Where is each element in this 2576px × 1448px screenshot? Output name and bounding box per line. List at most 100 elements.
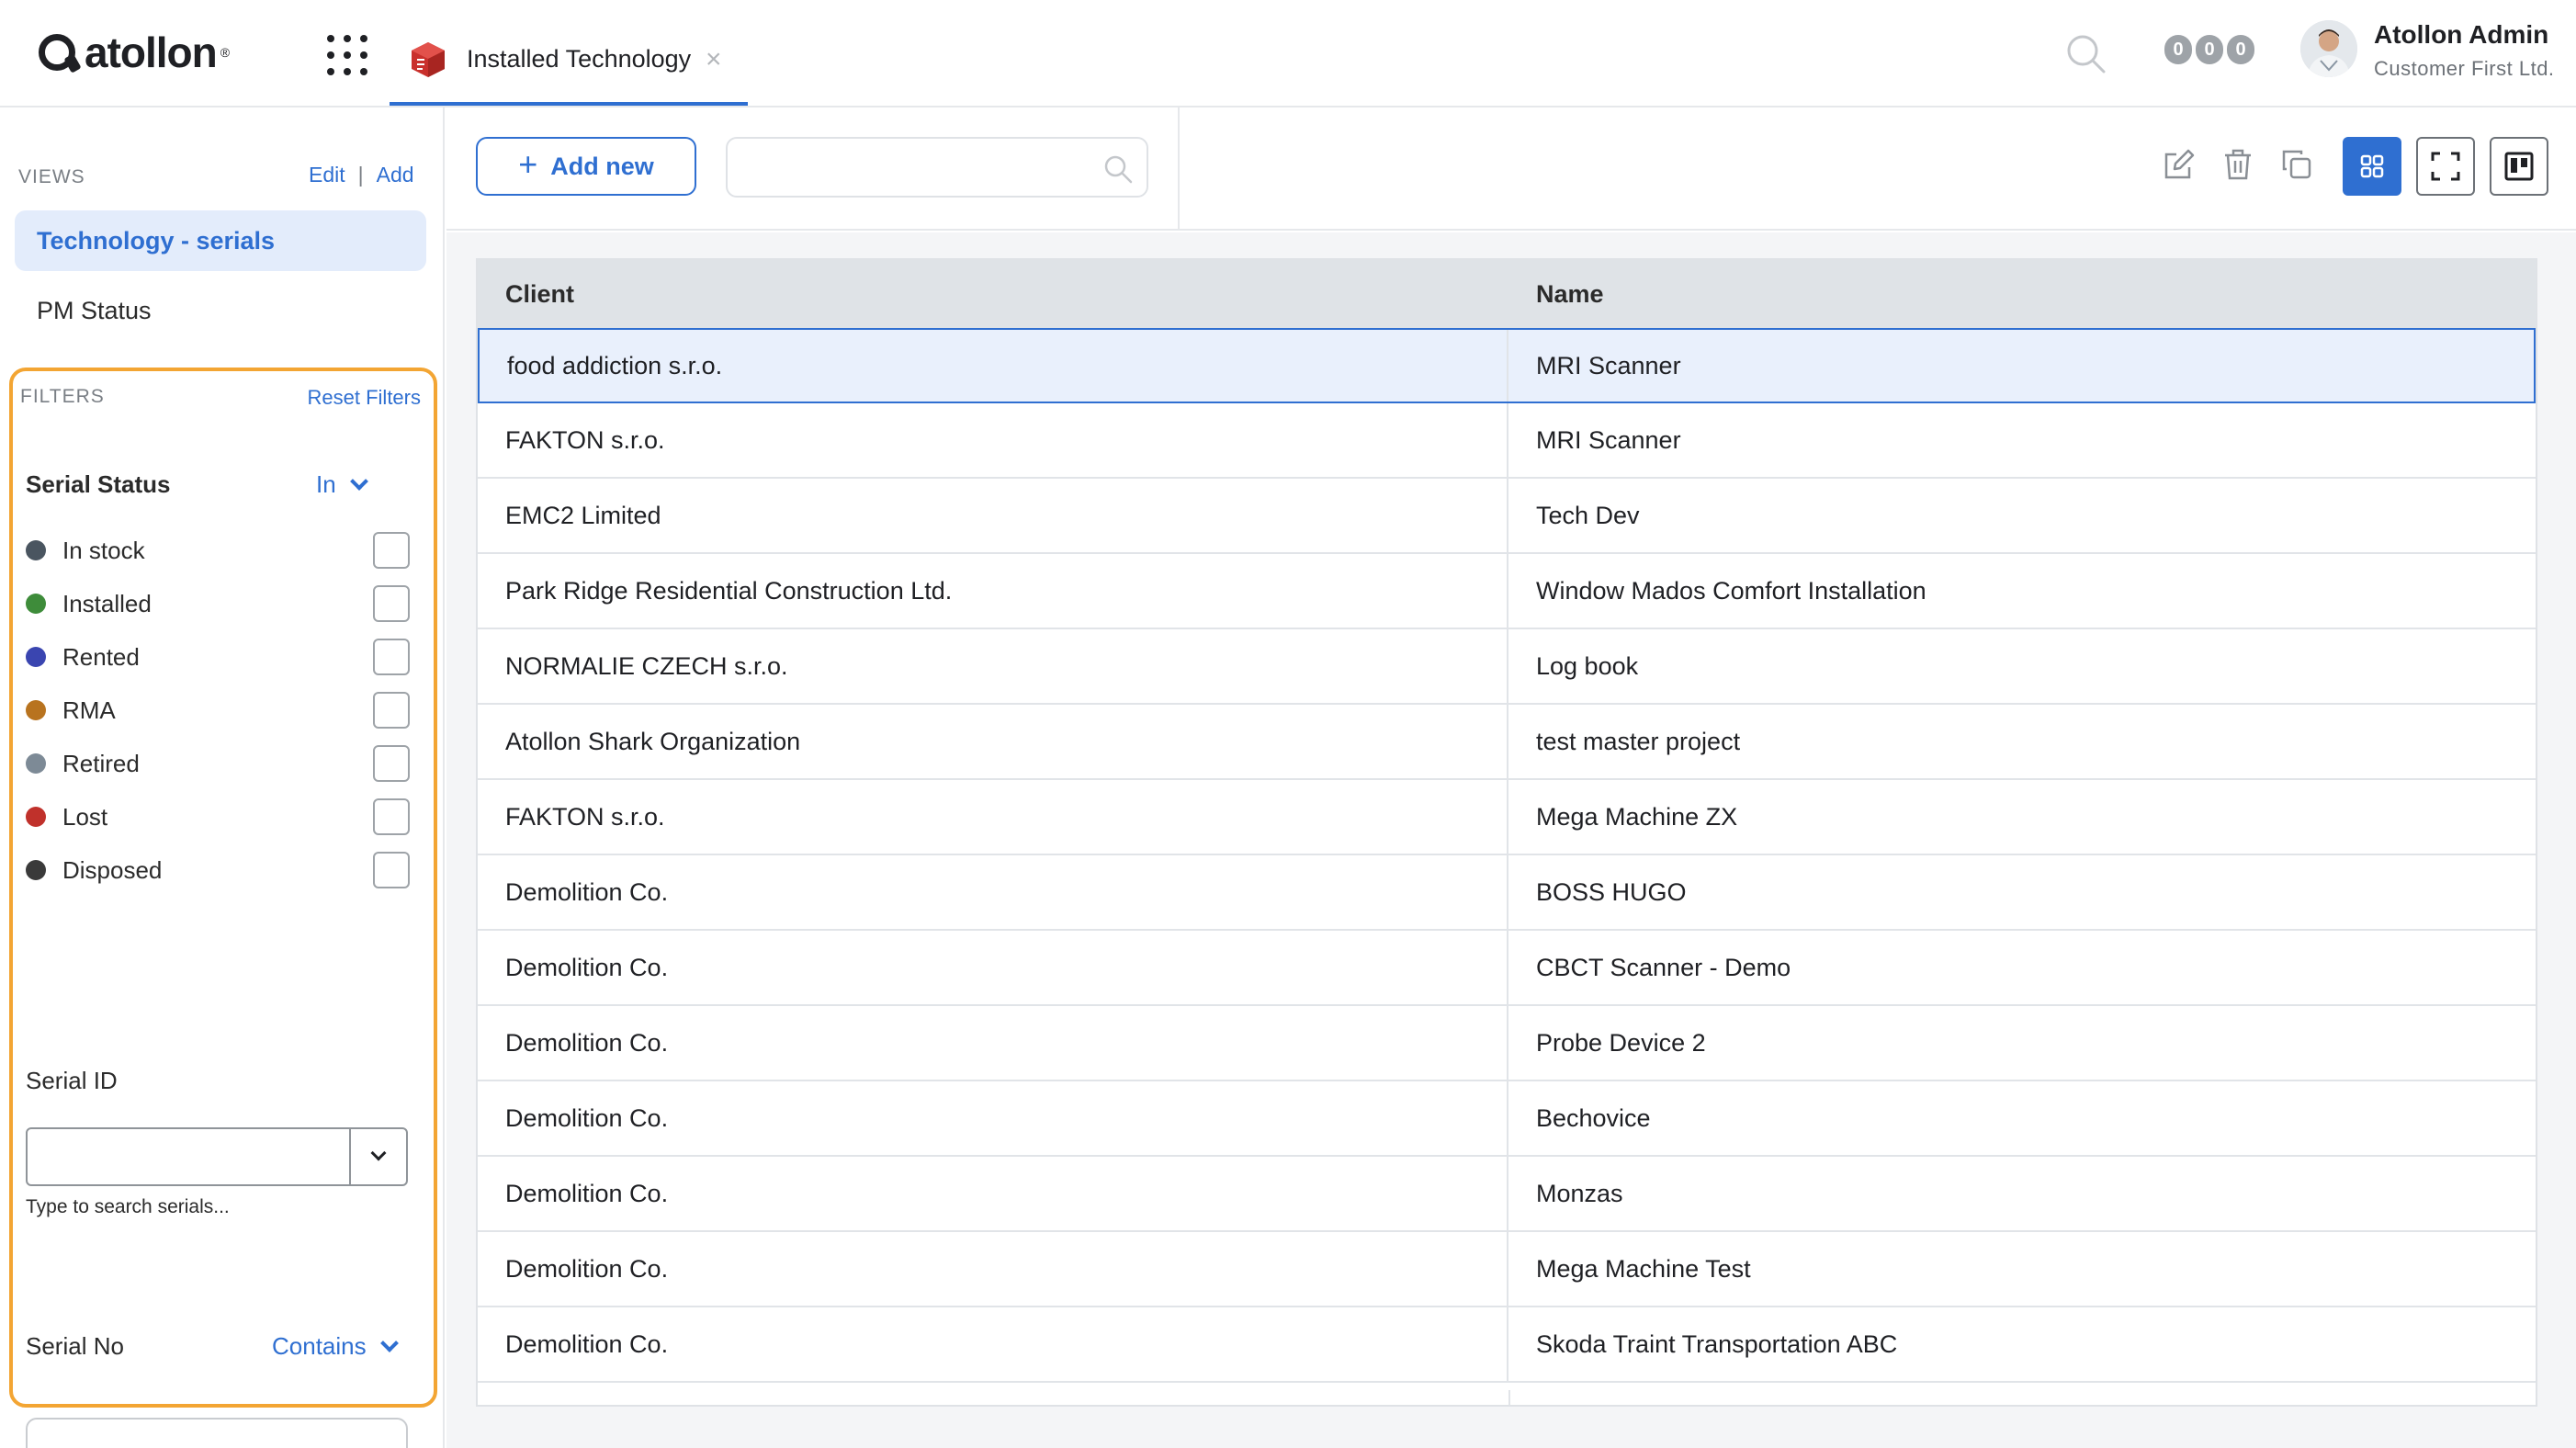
column-header-name[interactable]: Name	[1508, 260, 2536, 328]
duplicate-icon[interactable]	[2277, 144, 2317, 185]
status-color-dot-icon	[26, 594, 46, 614]
technology-box-icon	[412, 42, 445, 77]
fullscreen-icon[interactable]	[2416, 137, 2475, 196]
serial-no-operator: Contains	[272, 1332, 367, 1360]
table-search-box[interactable]	[726, 137, 1148, 198]
table-row[interactable]: Demolition Co. Probe Device 2	[478, 1006, 2536, 1081]
notification-count: 0	[2227, 35, 2254, 64]
table-row[interactable]: Atollon Shark Organization test master pr…	[478, 705, 2536, 780]
technology-table: Client Name food addiction s.r.o. MRI Sca…	[476, 258, 2537, 1407]
cell-name: CBCT Scanner - Demo	[1536, 953, 1791, 981]
add-new-button[interactable]: + Add new	[476, 137, 696, 196]
grid-view-icon[interactable]	[2343, 137, 2401, 196]
cell-client: Demolition Co.	[478, 855, 1508, 929]
status-option[interactable]: RMA	[26, 692, 421, 729]
table-row[interactable]: FAKTON s.r.o. MRI Scanner	[478, 403, 2536, 479]
table-row[interactable]: NORMALIE CZECH s.r.o. Log book	[478, 629, 2536, 705]
table-row[interactable]: EMC2 Limited Tech Dev	[478, 479, 2536, 554]
column-header-client[interactable]: Client	[478, 260, 1508, 328]
cell-client: Atollon Shark Organization	[478, 705, 1508, 778]
edit-icon[interactable]	[2159, 144, 2199, 185]
chevron-down-icon	[349, 471, 368, 491]
app-grid-icon[interactable]	[327, 35, 367, 75]
user-avatar-icon	[2300, 20, 2357, 77]
view-item-technology-serials[interactable]: Technology - serials	[15, 210, 426, 271]
cell-name: Window Mados Comfort Installation	[1536, 576, 1926, 605]
cell-name: Tech Dev	[1536, 501, 1640, 529]
status-option-checkbox[interactable]	[373, 692, 410, 729]
cell-client: Park Ridge Residential Construction Ltd.	[478, 554, 1508, 628]
add-view-link[interactable]: Add	[377, 163, 414, 187]
main-content: Client Name food addiction s.r.o. MRI Sca…	[446, 232, 2576, 1448]
serial-status-operator: In	[316, 470, 336, 498]
close-tab-icon[interactable]: ×	[706, 46, 722, 74]
cell-client: Demolition Co.	[478, 1232, 1508, 1306]
notification-counters[interactable]: 0 0 0	[2164, 35, 2254, 64]
table-row[interactable]: Demolition Co. BOSS HUGO	[478, 855, 2536, 931]
views-actions-separator: |	[357, 163, 364, 187]
chevron-down-icon	[379, 1333, 399, 1352]
table-row[interactable]: Demolition Co. CBCT Scanner - Demo	[478, 931, 2536, 1006]
serial-no-input[interactable]	[26, 1418, 408, 1448]
status-color-dot-icon	[26, 753, 46, 774]
status-option-checkbox[interactable]	[373, 745, 410, 782]
cell-client: EMC2 Limited	[478, 479, 1508, 552]
status-option[interactable]: In stock	[26, 532, 421, 569]
table-row[interactable]: Demolition Co. Skoda Traint Transportatio…	[478, 1307, 2536, 1383]
edit-views-link[interactable]: Edit	[309, 163, 345, 187]
filters-heading: FILTERS	[20, 386, 105, 407]
sidebar: VIEWS Edit | Add Technology - serials PM…	[0, 107, 445, 1448]
kanban-icon[interactable]	[2490, 137, 2548, 196]
status-option-checkbox[interactable]	[373, 532, 410, 569]
views-heading: VIEWS	[18, 166, 85, 187]
add-new-label: Add new	[550, 152, 654, 180]
table-row[interactable]: Park Ridge Residential Construction Ltd.…	[478, 554, 2536, 629]
table-row[interactable]: Demolition Co. Mega Machine Test	[478, 1232, 2536, 1307]
serial-id-input[interactable]	[28, 1129, 349, 1184]
user-organization: Customer First Ltd.	[2374, 57, 2555, 80]
table-row[interactable]: FAKTON s.r.o. Mega Machine ZX	[478, 780, 2536, 855]
cell-client: food addiction s.r.o.	[480, 330, 1508, 402]
reset-filters-link[interactable]: Reset Filters	[308, 386, 421, 410]
serial-id-combobox[interactable]	[26, 1127, 408, 1186]
status-option-checkbox[interactable]	[373, 798, 410, 835]
status-option-label: RMA	[62, 696, 116, 724]
serial-id-dropdown-button[interactable]	[349, 1129, 406, 1184]
atollon-logo[interactable]: atollon ®	[39, 28, 231, 76]
table-row[interactable]: food addiction s.r.o. MRI Scanner	[478, 328, 2536, 403]
status-color-dot-icon	[26, 807, 46, 827]
status-option[interactable]: Installed	[26, 585, 421, 622]
view-item-pm-status[interactable]: PM Status	[15, 280, 426, 341]
status-option[interactable]: Rented	[26, 639, 421, 675]
cell-client: Demolition Co.	[478, 1307, 1508, 1381]
logo-registered-mark: ®	[220, 45, 231, 60]
serial-status-operator-dropdown[interactable]: In	[316, 470, 368, 499]
status-option-checkbox[interactable]	[373, 585, 410, 622]
search-icon[interactable]	[1102, 153, 1134, 185]
cell-name: Mega Machine ZX	[1536, 802, 1738, 831]
status-option-checkbox[interactable]	[373, 639, 410, 675]
cell-client: Demolition Co.	[478, 1081, 1508, 1155]
serial-no-operator-dropdown[interactable]: Contains	[272, 1332, 399, 1361]
status-option[interactable]: Disposed	[26, 852, 421, 888]
toolbar-divider	[1178, 107, 1180, 231]
global-search-icon[interactable]	[2063, 31, 2107, 75]
table-row[interactable]: Demolition Co. Monzas	[478, 1157, 2536, 1232]
trash-icon[interactable]	[2218, 144, 2258, 185]
tab-installed-technology[interactable]: Installed Technology ×	[390, 0, 748, 106]
filters-panel: FILTERS Reset Filters Serial Status In I…	[9, 368, 437, 1448]
table-search-input[interactable]	[728, 139, 1095, 196]
cell-name: Mega Machine Test	[1536, 1254, 1751, 1283]
table-row[interactable]: Demolition Co. Bechovice	[478, 1081, 2536, 1157]
cell-client: FAKTON s.r.o.	[478, 780, 1508, 854]
cell-name: Bechovice	[1536, 1103, 1651, 1132]
top-bar: atollon ® Installed Technology × 0 0 0 A…	[0, 0, 2576, 107]
status-option[interactable]: Lost	[26, 798, 421, 835]
status-option-label: Disposed	[62, 855, 163, 884]
status-option-checkbox[interactable]	[373, 852, 410, 888]
status-color-dot-icon	[26, 700, 46, 720]
notification-count: 0	[2164, 35, 2192, 64]
avatar[interactable]	[2300, 20, 2357, 77]
status-option[interactable]: Retired	[26, 745, 421, 782]
status-color-dot-icon	[26, 647, 46, 667]
